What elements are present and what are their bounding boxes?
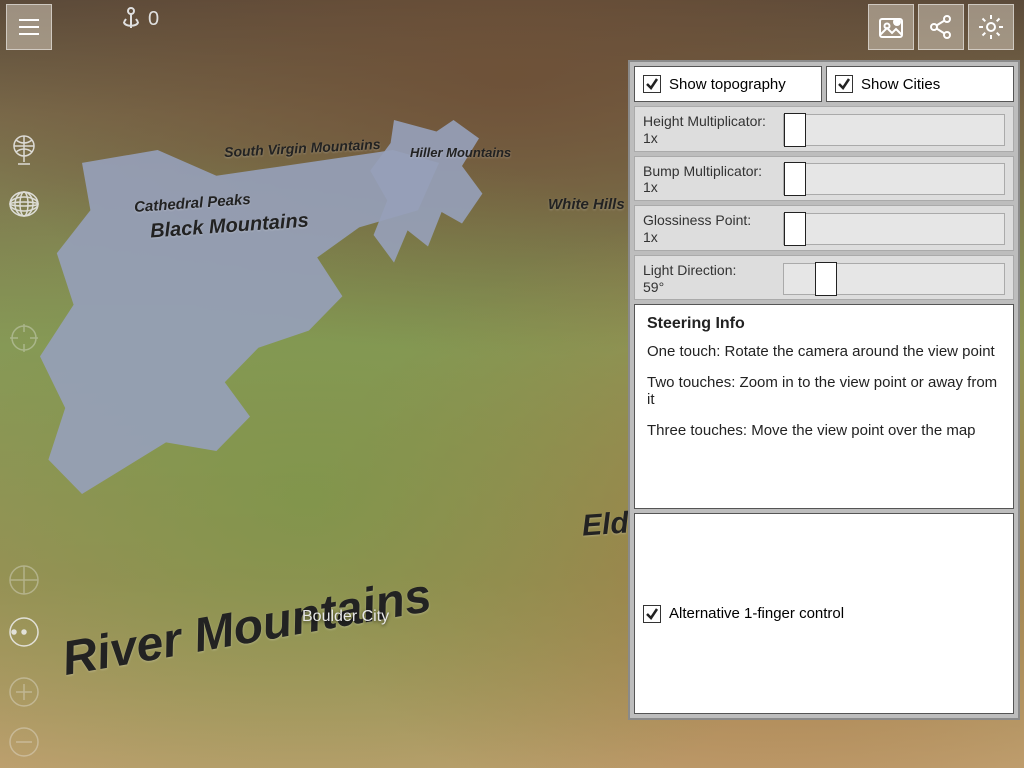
bump-slider[interactable] [783, 163, 1005, 195]
share-icon [927, 13, 955, 41]
heading-value: 0 [148, 8, 159, 31]
zoom-in-button[interactable] [6, 674, 42, 710]
rotation-dial[interactable] [6, 614, 42, 650]
zoom-out-button[interactable] [6, 724, 42, 760]
crosshair-icon [8, 322, 40, 354]
label-eldorado-partial: Eld [581, 506, 630, 543]
dial-icon [7, 615, 41, 649]
height-value: 1x [643, 130, 773, 147]
light-value: 59° [643, 279, 773, 296]
wireframe-tool[interactable] [6, 186, 42, 222]
alt-control-label: Alternative 1-finger control [669, 605, 844, 622]
orbit-icon [7, 563, 41, 597]
minus-circle-icon [7, 725, 41, 759]
show-cities-label: Show Cities [861, 76, 940, 93]
slider-thumb[interactable] [784, 113, 806, 147]
hamburger-icon [16, 14, 42, 40]
steering-three-touch: Three touches: Move the view point over … [647, 422, 1001, 439]
anchor-icon [120, 6, 142, 32]
slider-thumb[interactable] [784, 162, 806, 196]
height-label: Height Multiplicator: [643, 113, 773, 130]
settings-panel: Show topography Show Cities Height Multi… [628, 60, 1020, 720]
checkmark-icon [643, 75, 661, 93]
light-label: Light Direction: [643, 262, 773, 279]
bump-label: Bump Multiplicator: [643, 163, 773, 180]
bump-multiplicator-row: Bump Multiplicator: 1x [634, 156, 1014, 202]
light-slider[interactable] [783, 263, 1005, 295]
show-topography-checkbox[interactable]: Show topography [634, 66, 822, 102]
bump-value: 1x [643, 179, 773, 196]
label-hiller-mountains: Hiller Mountains [410, 145, 511, 160]
globe-stand-icon [8, 133, 40, 167]
label-white-hills: White Hills [548, 196, 625, 213]
glossiness-row: Glossiness Point: 1x [634, 205, 1014, 251]
crosshair-tool[interactable] [6, 320, 42, 356]
height-slider[interactable] [783, 114, 1005, 146]
steering-info-box: Steering Info One touch: Rotate the came… [634, 304, 1014, 509]
wire-globe-icon [8, 188, 40, 220]
alt-control-checkbox[interactable]: Alternative 1-finger control [634, 513, 1014, 714]
gloss-label: Glossiness Point: [643, 212, 773, 229]
slider-thumb[interactable] [815, 262, 837, 296]
label-boulder-city: Boulder City [302, 608, 389, 626]
map-pin-photo-icon [877, 13, 905, 41]
share-button[interactable] [918, 4, 964, 50]
steering-one-touch: One touch: Rotate the camera around the … [647, 343, 1001, 360]
label-river-mountains: River Mountains [58, 568, 435, 687]
gloss-slider[interactable] [783, 213, 1005, 245]
slider-thumb[interactable] [784, 212, 806, 246]
plus-circle-icon [7, 675, 41, 709]
orbit-tool[interactable] [6, 562, 42, 598]
menu-button[interactable] [6, 4, 52, 50]
steering-two-touch: Two touches: Zoom in to the view point o… [647, 374, 1001, 408]
checkmark-icon [643, 605, 661, 623]
gear-icon [976, 12, 1006, 42]
height-multiplicator-row: Height Multiplicator: 1x [634, 106, 1014, 152]
globe-tool[interactable] [6, 132, 42, 168]
show-cities-checkbox[interactable]: Show Cities [826, 66, 1014, 102]
checkmark-icon [835, 75, 853, 93]
heading-indicator: 0 [120, 6, 159, 32]
gloss-value: 1x [643, 229, 773, 246]
light-direction-row: Light Direction: 59° [634, 255, 1014, 301]
map-layers-button[interactable] [868, 4, 914, 50]
show-topography-label: Show topography [669, 76, 786, 93]
settings-button[interactable] [968, 4, 1014, 50]
steering-info-title: Steering Info [647, 315, 1001, 333]
